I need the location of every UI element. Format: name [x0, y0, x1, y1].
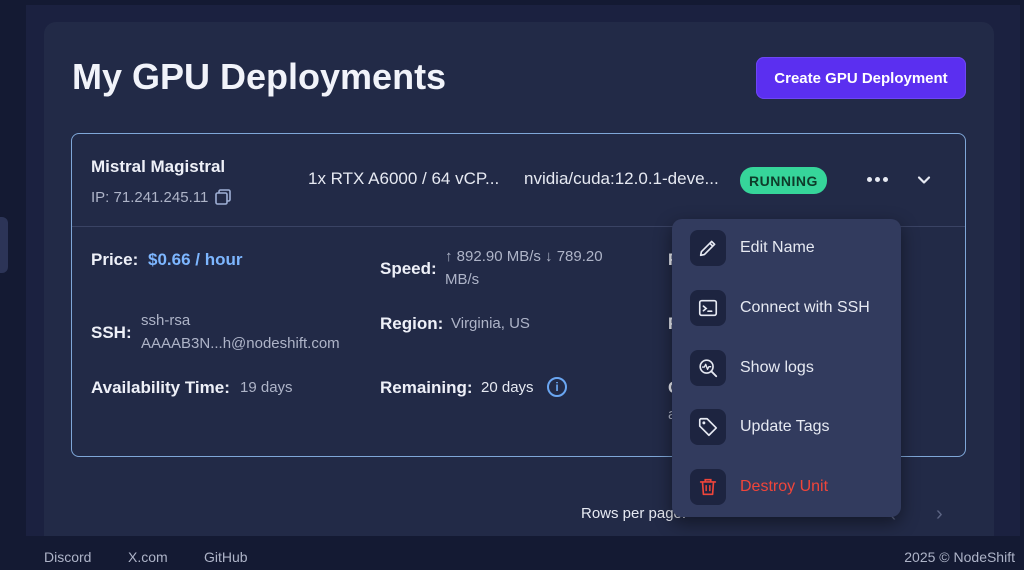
ssh-value-line1: ssh-rsa: [141, 312, 191, 329]
trash-icon: [690, 469, 726, 505]
menu-item-label: Update Tags: [740, 418, 830, 435]
remaining-value: 20 days: [481, 379, 534, 396]
menu-item-label: Edit Name: [740, 239, 815, 256]
rows-per-page-label: Rows per page:: [581, 505, 687, 522]
copy-icon[interactable]: [214, 188, 232, 206]
menu-item-label: Destroy Unit: [740, 478, 829, 495]
menu-item-label: Show logs: [740, 359, 814, 376]
info-icon[interactable]: i: [547, 377, 567, 397]
speed-label: Speed:: [380, 259, 437, 278]
footer-link-discord[interactable]: Discord: [44, 549, 91, 565]
availability-value: 19 days: [240, 379, 293, 396]
speed-value-line2: MB/s: [445, 271, 480, 288]
terminal-icon: [690, 290, 726, 326]
next-page-button[interactable]: ›: [936, 503, 943, 526]
availability-label: Availability Time:: [91, 378, 230, 397]
container-image: nvidia/cuda:12.0.1-deve...: [524, 169, 719, 188]
deployment-name: Mistral Magistral: [91, 157, 226, 176]
deployment-actions-menu: Edit Name Connect with SSH Show logs Upd…: [672, 219, 901, 517]
deployment-ip: IP: 71.241.245.11: [91, 188, 232, 206]
footer-link-x[interactable]: X.com: [128, 549, 168, 565]
menu-item-update-tags[interactable]: Update Tags: [690, 408, 890, 446]
region-label: Region:: [380, 314, 444, 333]
price-label: Price:: [91, 250, 139, 269]
more-options-icon[interactable]: [867, 171, 891, 187]
logs-search-icon: [690, 350, 726, 386]
sidebar-toggle[interactable]: [0, 217, 8, 273]
tag-icon: [690, 409, 726, 445]
menu-item-connect-ssh[interactable]: Connect with SSH: [690, 289, 890, 327]
menu-item-destroy-unit[interactable]: Destroy Unit: [690, 468, 890, 506]
region-value: Virginia, US: [451, 315, 530, 332]
ssh-label: SSH:: [91, 323, 132, 342]
ip-text: IP: 71.241.245.11: [91, 188, 209, 206]
pencil-icon: [690, 230, 726, 266]
menu-item-label: Connect with SSH: [740, 299, 870, 316]
price-value: $0.66 / hour: [148, 250, 243, 269]
footer-link-github[interactable]: GitHub: [204, 549, 248, 565]
remaining-label: Remaining:: [380, 378, 473, 397]
chevron-down-icon[interactable]: [914, 170, 934, 190]
page-title: My GPU Deployments: [72, 56, 447, 97]
menu-item-show-logs[interactable]: Show logs: [690, 349, 890, 387]
ssh-value-line2[interactable]: AAAAB3N...h@nodeshift.com: [141, 335, 340, 352]
gpu-spec: 1x RTX A6000 / 64 vCP...: [308, 169, 500, 188]
menu-item-edit-name[interactable]: Edit Name: [690, 229, 890, 267]
speed-value-line1: ↑ 892.90 MB/s ↓ 789.20: [445, 248, 603, 265]
create-gpu-deployment-button[interactable]: Create GPU Deployment: [756, 57, 966, 99]
status-badge: RUNNING: [740, 167, 827, 194]
copyright-text: 2025 © NodeShift: [904, 549, 1015, 565]
